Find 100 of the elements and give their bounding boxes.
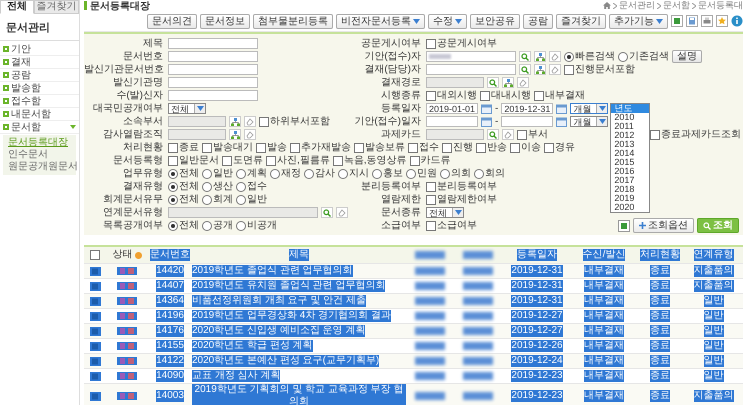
field-label: 기안(접수)일자 — [353, 116, 422, 128]
radio-label: 회의 — [485, 168, 505, 180]
document-title-link[interactable]: 2019학년도 유치원 졸업식 관련 업무협의회 — [192, 280, 386, 292]
dropdown-option[interactable]: 2019 — [611, 194, 650, 203]
radio-label: 홍보 — [383, 168, 403, 180]
table-cell: 내부결재 — [584, 340, 624, 352]
checkbox-label: 공문게시여부 — [437, 38, 497, 50]
checkbox-label: 발송대기 — [213, 142, 253, 154]
field-label: 열람제한 — [380, 194, 422, 206]
table-cell: 일반 — [704, 295, 724, 307]
document-title-link[interactable]: 비품선정위원회 개최 요구 및 안건 제출 — [192, 295, 366, 307]
checkbox-label: 도면류 — [233, 154, 263, 166]
submenu-item[interactable]: 인수문서 — [3, 149, 76, 161]
table-cell: 지출품의 — [694, 280, 734, 292]
field-label: 대국민공개여부 — [92, 102, 164, 114]
field-label: 공문게시여부 — [360, 38, 422, 50]
column-header: 제목 — [289, 249, 309, 261]
table-cell: 14196 — [156, 310, 184, 322]
toolbar-button[interactable]: 즐겨찾기 — [556, 14, 606, 28]
toolbar-button[interactable]: 추가기능 — [609, 14, 668, 28]
table-cell: 내부결재 — [584, 265, 624, 277]
table-cell: 내부결재 — [584, 310, 624, 322]
date-field[interactable]: 2019-12-31 — [501, 103, 554, 114]
dropdown-option[interactable]: 년도 — [611, 104, 650, 113]
dropdown[interactable]: 개월 — [570, 103, 608, 114]
dropdown-option[interactable]: 2018 — [611, 185, 650, 194]
field-label: 소속부서 — [122, 116, 164, 128]
document-title-link[interactable]: 2020학년도 본예산 편성 요구(교무기획부) — [192, 355, 380, 367]
sidebar-tab[interactable]: 즐겨찾기 — [34, 0, 79, 14]
document-title-link[interactable]: 2020학년도 신입생 예비소집 운영 계획 — [192, 325, 366, 337]
help-button[interactable]: 설명 — [672, 50, 702, 63]
dropdown-option[interactable]: 2017 — [611, 176, 650, 185]
dropdown-option[interactable]: 2013 — [611, 140, 650, 149]
checkbox-label: 발송 — [267, 142, 287, 154]
breadcrumb-item[interactable]: 문서관리 — [619, 0, 655, 12]
toolbar-button[interactable]: 수정 — [428, 14, 467, 28]
table-cell: 내부결재 — [584, 370, 624, 382]
radio-label: 감사 — [315, 168, 335, 180]
dropdown[interactable]: 개월 — [570, 116, 608, 127]
field-label: 감사열람조직 — [102, 128, 164, 140]
radio-label: 재정 — [281, 168, 301, 180]
menu-item[interactable]: 기안 — [0, 43, 79, 56]
menu-item[interactable]: 내문서함 — [0, 108, 79, 121]
toolbar-button[interactable]: 공람 — [523, 14, 553, 28]
toolbar-button[interactable]: 비전자문서등록 — [336, 14, 425, 28]
table-cell: 14364 — [156, 295, 184, 307]
dropdown-option[interactable]: 2016 — [611, 167, 650, 176]
menu-item[interactable]: 발송함 — [0, 82, 79, 95]
field-label: 과제카드 — [380, 128, 422, 140]
table-cell: 일반 — [704, 355, 724, 367]
range-separator: - — [495, 116, 498, 128]
menu-item[interactable]: 결재 — [0, 56, 79, 69]
field-label: 업무유형 — [122, 168, 164, 180]
field-label: 기안(접수)자 — [363, 50, 422, 62]
toolbar-button[interactable]: 보안공유 — [470, 14, 520, 28]
field-label: 분리등록여부 — [360, 180, 422, 192]
toolbar-button[interactable]: 문서의견 — [147, 14, 197, 28]
radio-label: 빠른검색 — [575, 50, 615, 62]
checkbox-label: 발송보류 — [365, 142, 405, 154]
dropdown-option[interactable]: 2012 — [611, 131, 650, 140]
dropdown-option[interactable]: 2011 — [611, 122, 650, 131]
range-separator: - — [495, 102, 498, 114]
checkbox-label: 분리등록여부 — [437, 180, 497, 192]
dropdown[interactable]: 전체 — [168, 103, 206, 114]
checkbox-label: 반송 — [487, 142, 507, 154]
sidebar-tab[interactable]: 전체 — [0, 0, 34, 14]
breadcrumb-item[interactable]: 문서함 — [663, 0, 690, 12]
radio-label: 전체 — [179, 194, 199, 206]
dropdown[interactable]: 전체 — [426, 207, 464, 218]
submenu-item[interactable]: 원문공개원문서 — [3, 161, 76, 173]
radio-label: 기존검색 — [629, 50, 669, 62]
document-title-link[interactable]: 2019학년도 졸업식 관련 업무협의회 — [192, 265, 353, 277]
toolbar-button[interactable]: 문서정보 — [200, 14, 250, 28]
table-cell: 종료 — [650, 325, 670, 337]
options-button[interactable]: 조회옵션 — [633, 218, 694, 233]
table-cell: 종료 — [650, 280, 670, 292]
menu-item[interactable]: 접수함 — [0, 95, 79, 108]
date-field[interactable]: 2019-01-01 — [426, 103, 478, 114]
column-header: 수신/발신 — [582, 249, 626, 261]
document-title-link[interactable]: 교표 개정 심사 계획 — [192, 370, 280, 382]
table-cell: 지출품의 — [694, 265, 734, 277]
dropdown-option[interactable]: 2014 — [611, 149, 650, 158]
breadcrumb-item[interactable]: 문서등록대 — [698, 0, 743, 12]
column-header: 연계유형 — [694, 249, 734, 261]
checkbox-label: 일반문서 — [179, 154, 219, 166]
checkbox-label: 종료과제카드조회 — [661, 128, 741, 140]
dropdown-option[interactable]: 2020 — [611, 203, 650, 212]
dropdown-option[interactable]: 2010 — [611, 113, 650, 122]
table-cell: 종료 — [650, 355, 670, 367]
dropdown-option[interactable]: 2015 — [611, 158, 650, 167]
document-title-link[interactable]: 2020학년도 학급 편성 계획 — [192, 340, 313, 352]
document-title-link[interactable]: 2019학년도 업무경상화 4차 경기협의회 결과 — [192, 310, 391, 322]
toolbar-button[interactable]: 첨부물분리등록 — [253, 14, 333, 28]
checkbox-label: 사진,필름류 — [277, 154, 330, 166]
checkbox-label: 소급여부 — [437, 220, 477, 232]
checkbox-label: 부서 — [528, 128, 548, 140]
table-cell: 14122 — [156, 355, 184, 367]
table-cell: 종료 — [650, 340, 670, 352]
menu-item[interactable]: 공람 — [0, 69, 79, 82]
menu-item[interactable]: 문서함 — [0, 121, 79, 134]
